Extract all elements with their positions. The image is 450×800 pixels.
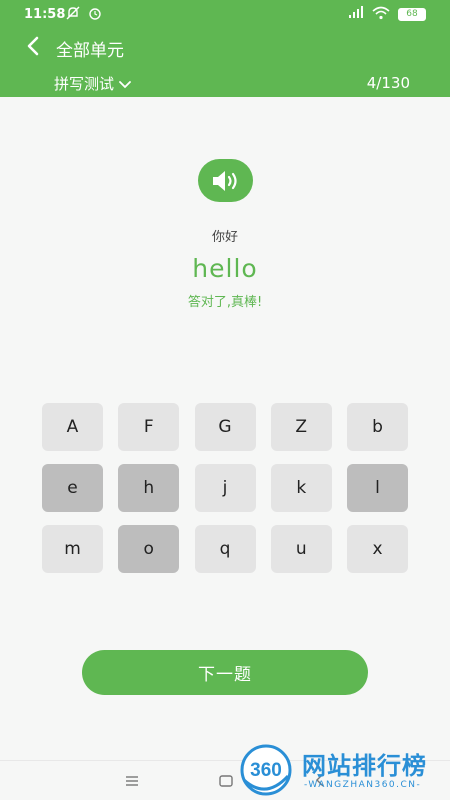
letter-key[interactable]: k	[270, 464, 332, 512]
letter-key[interactable]: e	[42, 464, 103, 512]
watermark-title: 网站排行榜	[302, 752, 427, 780]
letter-key[interactable]: x	[347, 525, 408, 573]
next-question-button[interactable]: 下一题	[82, 650, 368, 695]
watermark-logo: 360	[240, 744, 292, 796]
letter-keypad: A F G Z b e h j k l m o q u x	[42, 403, 408, 573]
answer-feedback: 答对了,真棒!	[187, 295, 263, 310]
site-watermark: 360 网站排行榜 -WANGZHAN360.CN-	[238, 742, 448, 798]
answer-word: hello	[192, 254, 258, 283]
letter-key[interactable]: l	[347, 464, 408, 512]
letter-key[interactable]: m	[42, 525, 103, 573]
chevron-left-icon	[27, 36, 39, 56]
letter-key[interactable]: j	[194, 464, 256, 512]
test-mode-dropdown[interactable]: 拼写测试	[54, 73, 132, 94]
home-nav-button[interactable]	[218, 773, 234, 792]
menu-nav-button[interactable]	[124, 773, 140, 792]
letter-key[interactable]: b	[347, 403, 408, 451]
signal-icon	[348, 6, 364, 22]
letter-key[interactable]: h	[118, 464, 180, 512]
status-time: 11:58	[24, 7, 66, 22]
page-title: 全部单元	[56, 41, 124, 61]
letter-key[interactable]: G	[194, 403, 256, 451]
app-header: 11:58 68 全部单元 拼写测试 4/130	[0, 0, 450, 97]
letter-key[interactable]: Z	[270, 403, 332, 451]
back-button[interactable]	[22, 34, 46, 58]
status-bar: 11:58 68	[0, 0, 450, 30]
letter-key[interactable]: u	[270, 525, 332, 573]
letter-key[interactable]: A	[42, 403, 103, 451]
letter-key[interactable]: F	[118, 403, 180, 451]
question-progress: 4/130	[366, 74, 410, 92]
play-audio-button[interactable]	[198, 159, 253, 202]
wifi-icon	[372, 6, 390, 23]
watermark-subtitle: -WANGZHAN360.CN-	[304, 780, 422, 790]
chevron-down-icon	[119, 80, 131, 88]
square-icon	[219, 775, 233, 787]
menu-icon	[126, 776, 138, 786]
word-meaning: 你好	[211, 230, 238, 245]
alarm-icon	[88, 6, 102, 23]
mute-icon	[66, 6, 80, 23]
speaker-icon	[212, 170, 237, 191]
letter-key[interactable]: q	[194, 525, 256, 573]
letter-key[interactable]: o	[118, 525, 180, 573]
svg-text:360: 360	[250, 760, 282, 781]
test-mode-label: 拼写测试	[54, 75, 115, 93]
battery-indicator: 68	[398, 8, 426, 21]
